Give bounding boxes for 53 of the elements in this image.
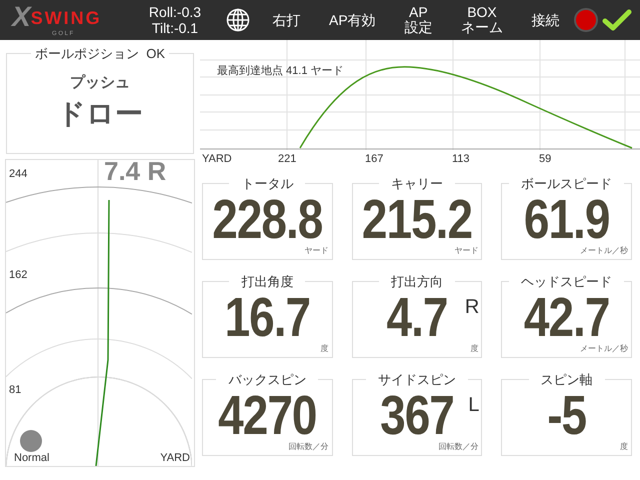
- panel-title: ボールポジション OK: [34, 45, 166, 63]
- stat-unit: ヤード: [454, 245, 478, 257]
- roll-reading: Roll:-0.3: [148, 4, 202, 20]
- stat-unit: 回転数／分: [438, 441, 478, 453]
- stat-value: 367: [380, 386, 454, 442]
- side-indicator: R: [464, 294, 480, 320]
- axis-label: 167: [365, 154, 384, 164]
- stat-title: バックスピン: [227, 371, 308, 389]
- menu-button[interactable]: AP 設定: [400, 5, 436, 35]
- club-mode-label: Normal: [14, 451, 50, 466]
- stat-value: 4270: [218, 386, 316, 442]
- stat-unit: 度: [320, 343, 329, 355]
- stat-value: 215.2: [362, 190, 472, 246]
- stat-title: サイドスピン: [376, 371, 457, 389]
- stat-unit: 度: [470, 343, 478, 355]
- axis-label: 221: [278, 154, 298, 164]
- distance-label: 81: [9, 383, 22, 398]
- stat-unit: 度: [620, 441, 628, 453]
- stat-unit: ヤード: [304, 245, 329, 257]
- stat-unit: メートル／秒: [580, 343, 628, 355]
- stat-title: 打出方向: [390, 273, 444, 291]
- stat-title: スピン軸: [540, 371, 594, 389]
- stat-value: 42.7: [524, 288, 610, 344]
- stat-title: ボールスピード: [520, 175, 614, 193]
- axis-label: 113: [452, 154, 471, 164]
- distance-label: 244: [9, 167, 28, 182]
- stat-value: 228.8: [212, 190, 322, 246]
- axis-unit: YARD: [201, 154, 233, 164]
- side-indicator: L: [468, 392, 480, 418]
- stat-unit: メートル／秒: [580, 245, 628, 257]
- globe-icon[interactable]: [226, 8, 250, 32]
- distance-unit: YARD: [160, 451, 190, 466]
- peak-height-label: 最高到達地点 41.1 ヤード: [217, 65, 344, 77]
- stat-title: トータル: [240, 175, 294, 193]
- logo-word: SWING: [30, 9, 102, 27]
- axis-label: 59: [539, 154, 552, 164]
- stat-value: -5: [547, 386, 586, 442]
- tilt-reading: Tilt:-0.1: [152, 20, 198, 36]
- menu-button[interactable]: BOX ネーム: [456, 5, 507, 35]
- stat-value: 16.7: [224, 288, 310, 344]
- stat-title: キャリー: [390, 175, 444, 193]
- stat-title: 打出角度: [240, 273, 294, 291]
- stat-unit: 回転数／分: [288, 441, 329, 453]
- menu-button[interactable]: 右打: [268, 12, 304, 28]
- stat-title: ヘッドスピード: [520, 273, 614, 291]
- menu-button[interactable]: 接続: [528, 12, 564, 28]
- stat-value: 4.7: [386, 288, 448, 344]
- stat-value: 61.9: [524, 190, 610, 246]
- shape-label: ドロー: [57, 100, 143, 128]
- distance-label: 162: [9, 268, 28, 283]
- menu-button[interactable]: AP有効: [324, 12, 380, 28]
- direction-label: プッシュ: [70, 72, 130, 92]
- logo-mark: X: [12, 3, 31, 31]
